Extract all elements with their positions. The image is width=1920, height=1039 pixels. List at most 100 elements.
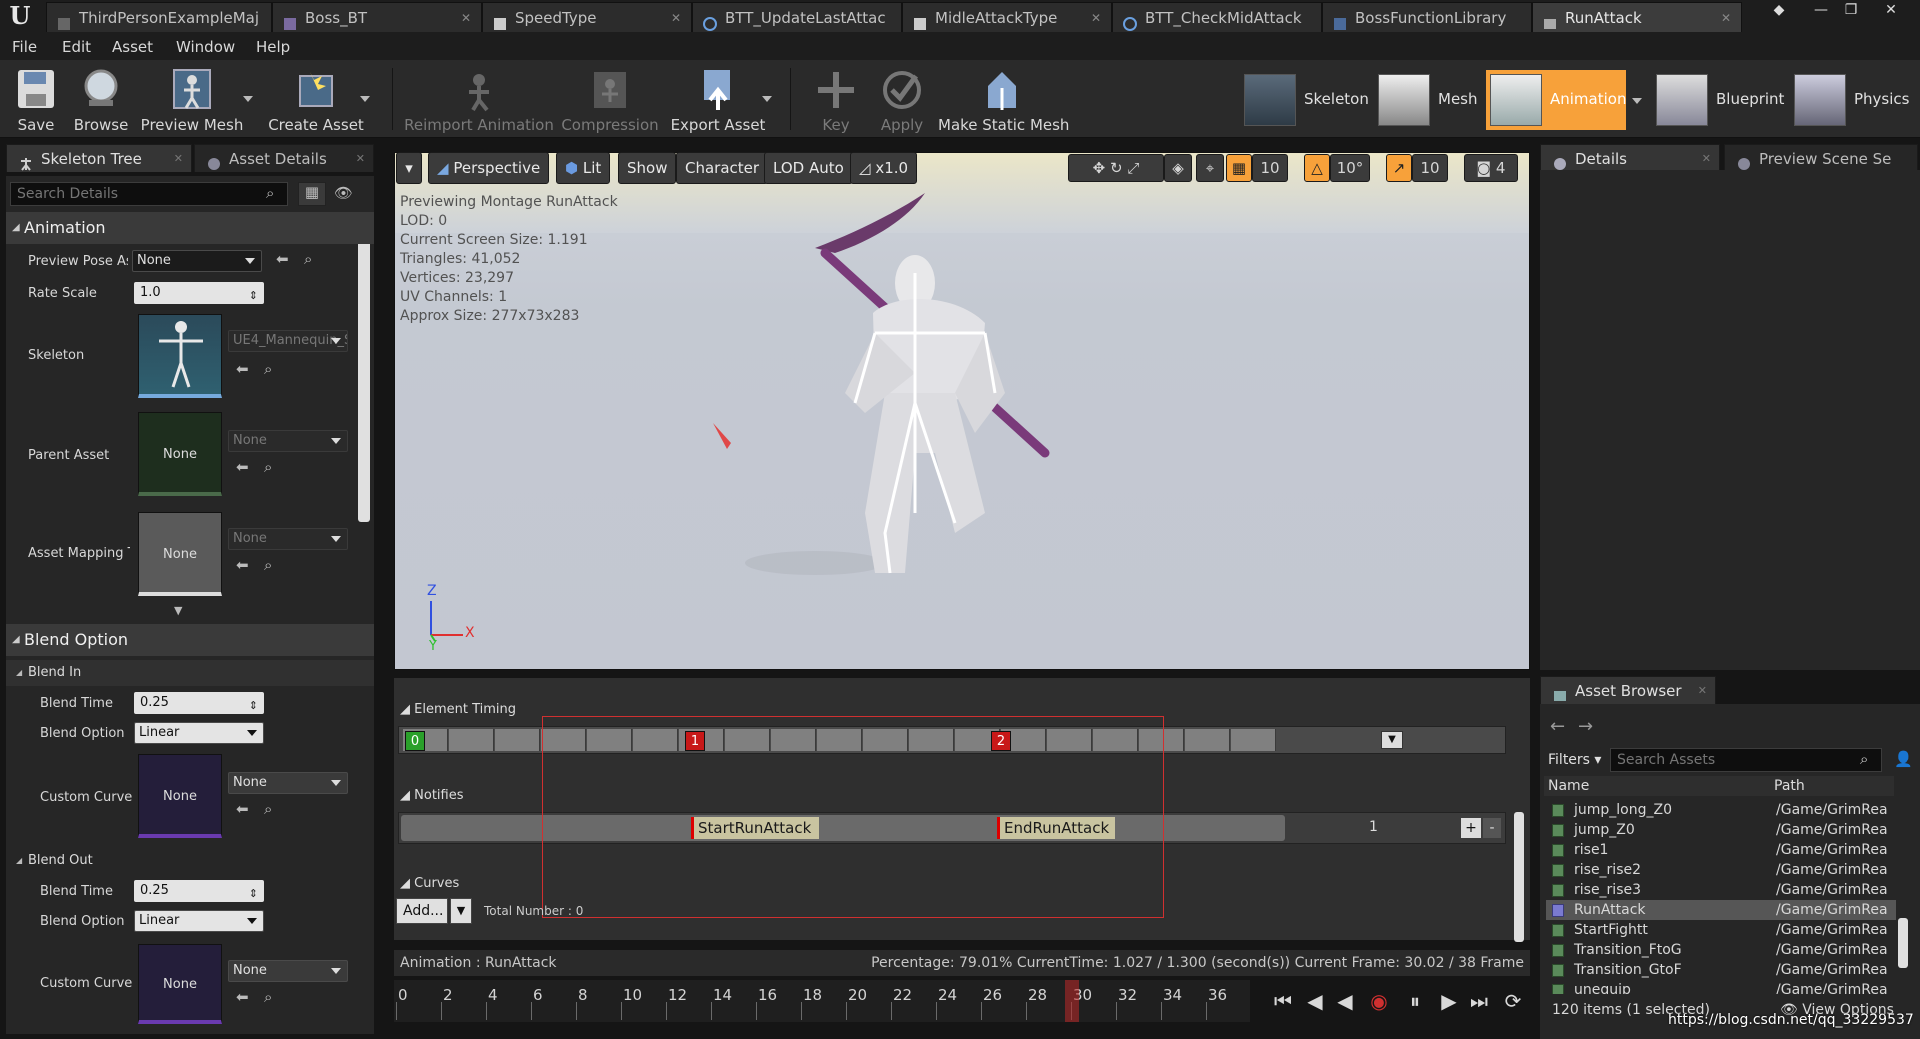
menu-edit[interactable]: Edit: [62, 38, 91, 56]
curves-header[interactable]: ◢ Curves: [400, 876, 459, 891]
make-static-mesh-button[interactable]: Make Static Mesh: [938, 64, 1069, 136]
preview-viewport[interactable]: Z X Y: [394, 152, 1530, 670]
blend-in-header[interactable]: Blend In: [6, 660, 374, 686]
compression-button[interactable]: Compression: [560, 64, 660, 136]
record-icon[interactable]: ◉: [1366, 988, 1392, 1014]
asset-list-scrollbar[interactable]: [1898, 918, 1908, 968]
pause-icon[interactable]: ⏸: [1402, 988, 1428, 1014]
tab-asset-details[interactable]: Asset Details ✕: [194, 144, 374, 172]
asset-row[interactable]: Transition_FtoG/Game/GrimRea: [1546, 940, 1896, 960]
mode-mesh-button[interactable]: Mesh: [1374, 70, 1486, 130]
search-details-input[interactable]: [10, 182, 288, 206]
minimize-button[interactable]: —: [1808, 0, 1834, 22]
skip-to-end-icon[interactable]: ⏭: [1466, 988, 1492, 1014]
browse-magnifier-icon[interactable]: ⌕: [264, 360, 272, 378]
save-button[interactable]: Save: [8, 64, 64, 136]
animation-section-header[interactable]: Animation: [6, 212, 374, 244]
add-curve-dropdown[interactable]: ▼: [450, 898, 472, 924]
grid-snap-icon[interactable]: ▦: [1226, 154, 1252, 182]
transform-mode-group[interactable]: ✥ ↻ ⤢: [1068, 154, 1164, 182]
parent-asset-thumbnail[interactable]: None: [138, 412, 222, 496]
use-selected-arrow-icon[interactable]: ⬅: [236, 360, 249, 378]
browse-button[interactable]: Browse: [70, 64, 132, 136]
perspective-button[interactable]: ◢ Perspective: [428, 152, 550, 184]
close-icon[interactable]: ✕: [461, 3, 471, 32]
use-selected-arrow-icon[interactable]: ⬅: [276, 250, 289, 268]
asset-row[interactable]: rise1/Game/GrimRea: [1546, 840, 1896, 860]
blend-out-header[interactable]: Blend Out: [6, 848, 374, 874]
loop-icon[interactable]: ⟳: [1500, 988, 1526, 1014]
visibility-eye-icon[interactable]: 👁: [334, 184, 353, 202]
export-asset-dropdown-icon[interactable]: [762, 96, 772, 102]
character-button[interactable]: Character: [676, 152, 769, 184]
timing-marker[interactable]: 0: [405, 731, 425, 751]
blend-out-curve-dropdown[interactable]: None: [228, 960, 348, 982]
back-arrow-icon[interactable]: ←: [1550, 716, 1565, 737]
surface-snap-icon[interactable]: ⌖: [1196, 154, 1224, 182]
preview-mesh-button[interactable]: Preview Mesh: [140, 64, 244, 136]
scale-snap-icon[interactable]: ↗: [1386, 154, 1412, 182]
tab-btt-updatelastattack[interactable]: BTT_UpdateLastAttac: [692, 2, 902, 32]
column-path-header[interactable]: Path: [1774, 778, 1805, 794]
tab-preview-scene-settings[interactable]: Preview Scene Se: [1724, 144, 1918, 172]
tab-boss-bt[interactable]: Boss_BT ✕: [272, 2, 482, 32]
montage-scrollbar[interactable]: [1514, 812, 1524, 942]
browse-magnifier-icon[interactable]: ⌕: [264, 988, 272, 1006]
asset-row[interactable]: rise_rise2/Game/GrimRea: [1546, 860, 1896, 880]
reimport-animation-button[interactable]: Reimport Animation: [404, 64, 554, 136]
details-scrollbar[interactable]: [358, 212, 370, 522]
element-timing-header[interactable]: ◢ Element Timing: [400, 702, 516, 717]
close-icon[interactable]: ✕: [671, 3, 681, 32]
rotation-snap-icon[interactable]: △: [1304, 154, 1330, 182]
rotate-icon[interactable]: ↻: [1110, 159, 1123, 177]
user-icon[interactable]: 👤: [1894, 750, 1913, 768]
timeline-scrubber[interactable]: 0 2 4 6 8 10 12 14 16 18 20 22 24 26 28 30 32 34 36: [394, 980, 1250, 1022]
maximize-button[interactable]: ❐: [1838, 0, 1864, 22]
playback-speed-button[interactable]: ◿ x1.0: [850, 152, 918, 184]
blend-out-time-field[interactable]: 0.25 ⇕: [134, 880, 264, 902]
use-selected-arrow-icon[interactable]: ⬅: [236, 458, 249, 476]
search-icon[interactable]: ⌕: [266, 184, 274, 202]
tab-midleattacktype[interactable]: MidleAttackType ✕: [902, 2, 1112, 32]
translate-icon[interactable]: ✥: [1093, 159, 1106, 177]
camera-speed-button[interactable]: ◙ 4: [1464, 154, 1518, 182]
apply-button[interactable]: Apply: [872, 64, 932, 136]
asset-mapping-thumbnail[interactable]: None: [138, 512, 222, 596]
browse-magnifier-icon[interactable]: ⌕: [264, 458, 272, 476]
step-forward-icon[interactable]: ▶︎: [1436, 988, 1462, 1014]
track-options-dropdown[interactable]: ▼: [1381, 731, 1403, 749]
menu-help[interactable]: Help: [256, 38, 290, 56]
playhead[interactable]: [1065, 980, 1080, 1022]
search-assets-input[interactable]: [1610, 748, 1882, 772]
tab-btt-checkmidattack[interactable]: BTT_CheckMidAttack: [1112, 2, 1322, 32]
step-back-icon[interactable]: ◀︎: [1302, 988, 1328, 1014]
asset-row[interactable]: jump_long_Z0/Game/GrimRea: [1546, 800, 1896, 820]
mode-physics-button[interactable]: Physics: [1790, 70, 1918, 130]
forward-arrow-icon[interactable]: →: [1578, 716, 1593, 737]
blend-in-curve-thumbnail[interactable]: None: [138, 754, 222, 838]
preview-pose-dropdown[interactable]: None: [132, 250, 262, 272]
close-icon[interactable]: ✕: [1721, 3, 1731, 32]
close-icon[interactable]: ✕: [1698, 677, 1707, 705]
rotation-snap-value[interactable]: 10°: [1330, 154, 1370, 182]
scale-snap-value[interactable]: 10: [1412, 154, 1448, 182]
asset-row[interactable]: unequip/Game/GrimRea: [1546, 980, 1896, 994]
blend-in-curve-dropdown[interactable]: None: [228, 772, 348, 794]
blend-in-time-field[interactable]: 0.25 ⇕: [134, 692, 264, 714]
asset-row[interactable]: jump_Z0/Game/GrimRea: [1546, 820, 1896, 840]
asset-row[interactable]: Transition_GtoF/Game/GrimRea: [1546, 960, 1896, 980]
show-button[interactable]: Show: [618, 152, 677, 184]
notifies-header[interactable]: ◢ Notifies: [400, 788, 464, 803]
help-feedback-icon[interactable]: ◆: [1766, 0, 1792, 22]
create-asset-button[interactable]: Create Asset: [264, 64, 368, 136]
grid-snap-value[interactable]: 10: [1252, 154, 1288, 182]
tab-runattack[interactable]: RunAttack ✕: [1532, 2, 1742, 32]
tab-speedtype[interactable]: SpeedType ✕: [482, 2, 692, 32]
mode-animation-button[interactable]: Animation: [1486, 70, 1626, 130]
lit-button[interactable]: ⬢ Lit: [556, 152, 611, 184]
skeleton-dropdown[interactable]: UE4_Mannequin_S: [228, 330, 348, 352]
blend-out-curve-thumbnail[interactable]: None: [138, 944, 222, 1024]
tab-thirdpersonexamplemap[interactable]: ThirdPersonExampleMaj: [46, 2, 272, 32]
close-icon[interactable]: ✕: [174, 145, 183, 173]
rate-scale-field[interactable]: 1.0 ⇕: [134, 282, 264, 304]
